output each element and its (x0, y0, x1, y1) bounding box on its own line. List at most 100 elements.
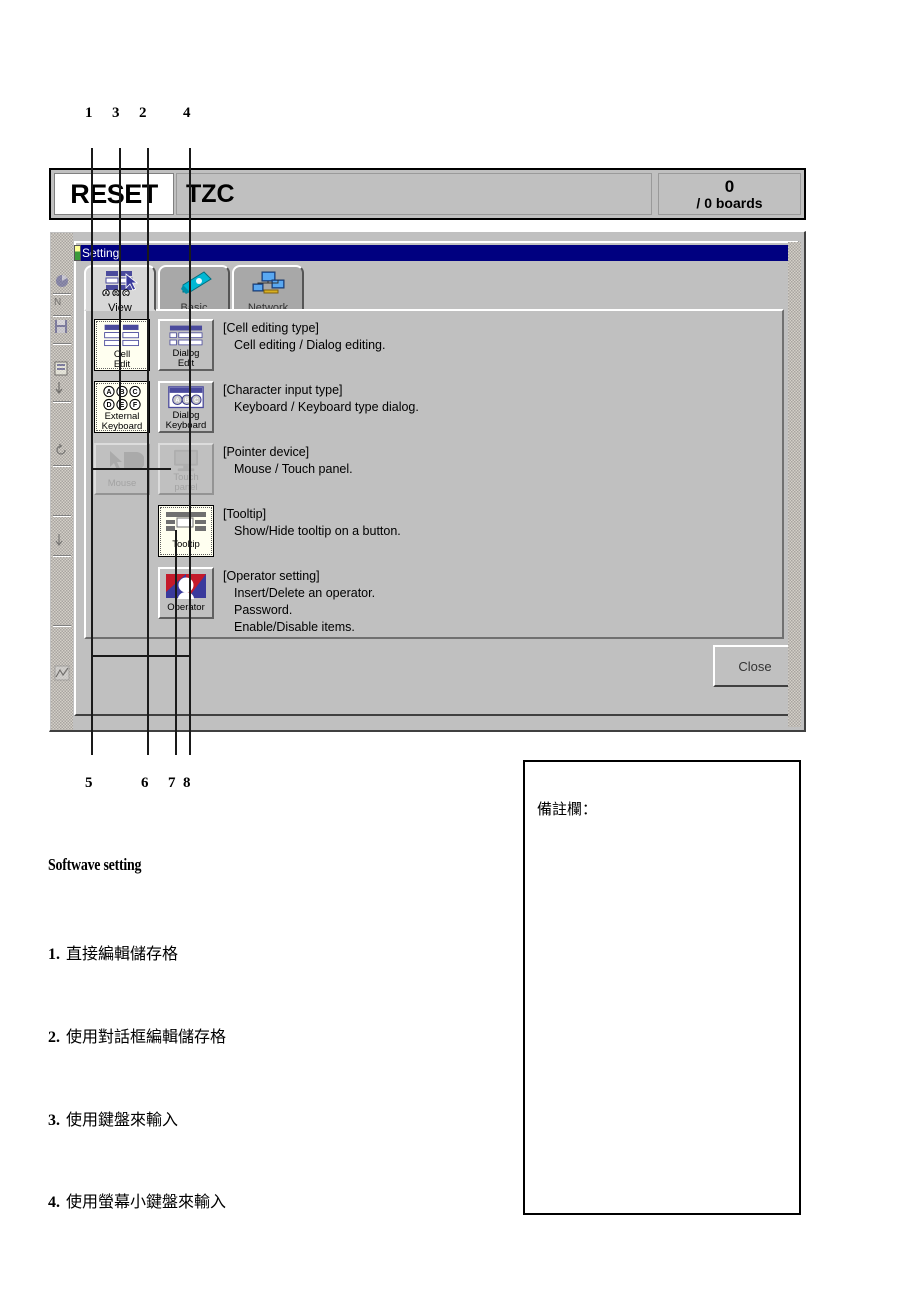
board-counter: 0 / 0 boards (658, 173, 801, 215)
tooltip-icon (166, 512, 206, 531)
callout-leader-line-1 (91, 148, 93, 470)
option-heading-operator: [Operator setting] (223, 569, 320, 583)
option-description-pointer-device: [Pointer device] Mouse / Touch panel. (223, 443, 353, 478)
button-dialog-edit-label2: Edit (177, 358, 195, 370)
reset-label: RESET (70, 178, 158, 209)
button-external-keyboard[interactable]: A B C D E F External Keyboard (94, 381, 150, 433)
refresh-icon[interactable] (54, 443, 70, 459)
option-heading-pointer-device: [Pointer device] (223, 445, 310, 459)
option-description-character-input: [Character input type] Keyboard / Keyboa… (223, 381, 419, 416)
document-heading: Softwave setting (48, 855, 142, 874)
button-dialog-keyboard[interactable]: A B C Dialog Keyboard (158, 381, 214, 433)
rail-divider (53, 401, 71, 403)
callout-leader-line-2 (147, 148, 149, 345)
down-arrow-icon[interactable] (54, 381, 70, 397)
button-external-keyboard-label2: Keyboard (101, 421, 143, 433)
list-text-3: 使用鍵盤來輸入 (66, 1112, 179, 1129)
dialog-keyboard-icon: A B C (168, 386, 204, 409)
dialog-edit-icon (169, 325, 203, 346)
svg-text:F: F (133, 402, 137, 409)
option-row-character-input-type: A B C D E F External Keyboard A B C Dial… (94, 381, 419, 433)
button-operator-label: Operator (167, 602, 205, 613)
button-dialog-keyboard-label2: Keyboard (165, 420, 207, 432)
option-description-tooltip: [Tooltip] Show/Hide tooltip on a button. (223, 505, 401, 540)
dialog-title-text: Setting (82, 246, 120, 260)
document-edit-icon[interactable] (54, 361, 70, 377)
button-mouse-label: Mouse (107, 478, 137, 489)
option-text-pointer-device: Mouse / Touch panel. (234, 461, 353, 476)
callout-number-3: 3 (112, 105, 120, 121)
option-heading-character-input: [Character input type] (223, 383, 343, 397)
label-n-icon[interactable]: N (54, 297, 70, 313)
list-text-2: 使用對話框編輯儲存格 (66, 1029, 227, 1046)
machine-header-bar: RESET TZC 0 / 0 boards (49, 168, 806, 220)
chart-zigzag-icon[interactable] (54, 665, 70, 681)
document-list-item-4: 4. 使用螢幕小鍵盤來輸入 (48, 1188, 226, 1212)
option-text-character-input: Keyboard / Keyboard type dialog. (234, 399, 419, 414)
floppy-icon[interactable] (54, 319, 70, 335)
rail-divider (53, 315, 71, 317)
cell-edit-icon (104, 324, 139, 347)
left-toolbar-rail[interactable]: N (51, 233, 73, 730)
close-button-label: Close (738, 658, 772, 674)
rail-divider (53, 625, 71, 627)
callout-leader-line-4 (189, 148, 191, 351)
callout-number-1: 1 (85, 105, 93, 121)
svg-text:C: C (194, 398, 199, 404)
button-touch-panel-label2: panel (174, 482, 198, 494)
option-description-cell-editing: [Cell editing type] Cell editing / Dialo… (223, 319, 385, 354)
dialog-titlebar[interactable]: Setting (74, 245, 797, 261)
board-count-value: 0 (724, 176, 735, 196)
button-dialog-edit[interactable]: Dialog Edit (158, 319, 214, 371)
machine-title-text: TZC (186, 179, 235, 208)
pie-chart-icon[interactable] (54, 273, 70, 289)
list-number-2: 2. (48, 1029, 60, 1046)
callout-number-5: 5 (85, 775, 93, 791)
tab-basic[interactable]: Basic (158, 265, 230, 314)
option-heading-tooltip: [Tooltip] (223, 507, 267, 521)
button-tooltip[interactable]: Tooltip (158, 505, 214, 557)
dialog-system-icon[interactable] (74, 245, 81, 261)
rail-divider (53, 515, 71, 517)
option-text-operator-2: Password. (234, 602, 293, 617)
svg-text:B: B (114, 291, 118, 296)
option-description-operator: [Operator setting] Insert/Delete an oper… (223, 567, 375, 636)
option-text-tooltip: Show/Hide tooltip on a button. (234, 523, 401, 538)
option-text-operator-3: Enable/Disable items. (234, 619, 355, 634)
callout-number-2: 2 (139, 105, 147, 121)
callout-number-8: 8 (183, 775, 191, 791)
document-list-item-1: 1. 直接編輯儲存格 (48, 940, 178, 964)
list-number-1: 1. (48, 946, 60, 963)
svg-text:A: A (106, 389, 111, 396)
option-text-cell-editing: Cell editing / Dialog editing. (234, 337, 386, 352)
callout-leader-line-3 (119, 148, 121, 410)
rail-divider (53, 465, 71, 467)
svg-text:A: A (175, 398, 180, 404)
external-keyboard-icon: A B C D E F (103, 385, 141, 411)
callout-leader-line-8 (189, 351, 191, 755)
list-text-1: 直接編輯儲存格 (66, 946, 179, 963)
svg-text:A: A (104, 291, 108, 296)
window-vertical-scrollbar[interactable] (788, 242, 801, 727)
arrow-down-icon[interactable] (54, 533, 70, 549)
close-button[interactable]: Close (713, 645, 797, 687)
option-text-operator-1: Insert/Delete an operator. (234, 585, 376, 600)
tab-network[interactable]: Network (232, 265, 304, 314)
pencil-icon (174, 270, 214, 301)
callout-number-7: 7 (168, 775, 176, 791)
callout-connector-operator (91, 655, 191, 657)
button-cell-edit[interactable]: Cell Edit (94, 319, 150, 371)
machine-title-field: TZC (176, 173, 652, 215)
callout-leader-line-7 (175, 530, 177, 755)
remark-box[interactable]: 備註欄： (523, 760, 801, 1215)
callout-leader-line-6 (147, 345, 149, 755)
list-text-4: 使用螢幕小鍵盤來輸入 (66, 1194, 227, 1211)
rail-divider (53, 343, 71, 345)
button-operator[interactable]: Operator (158, 567, 214, 619)
list-number-3: 3. (48, 1112, 60, 1129)
button-cell-edit-label2: Edit (113, 359, 131, 371)
document-list-item-2: 2. 使用對話框編輯儲存格 (48, 1023, 226, 1047)
reset-button[interactable]: RESET (54, 173, 174, 215)
document-list-item-3: 3. 使用鍵盤來輸入 (48, 1106, 178, 1130)
list-number-4: 4. (48, 1194, 60, 1211)
